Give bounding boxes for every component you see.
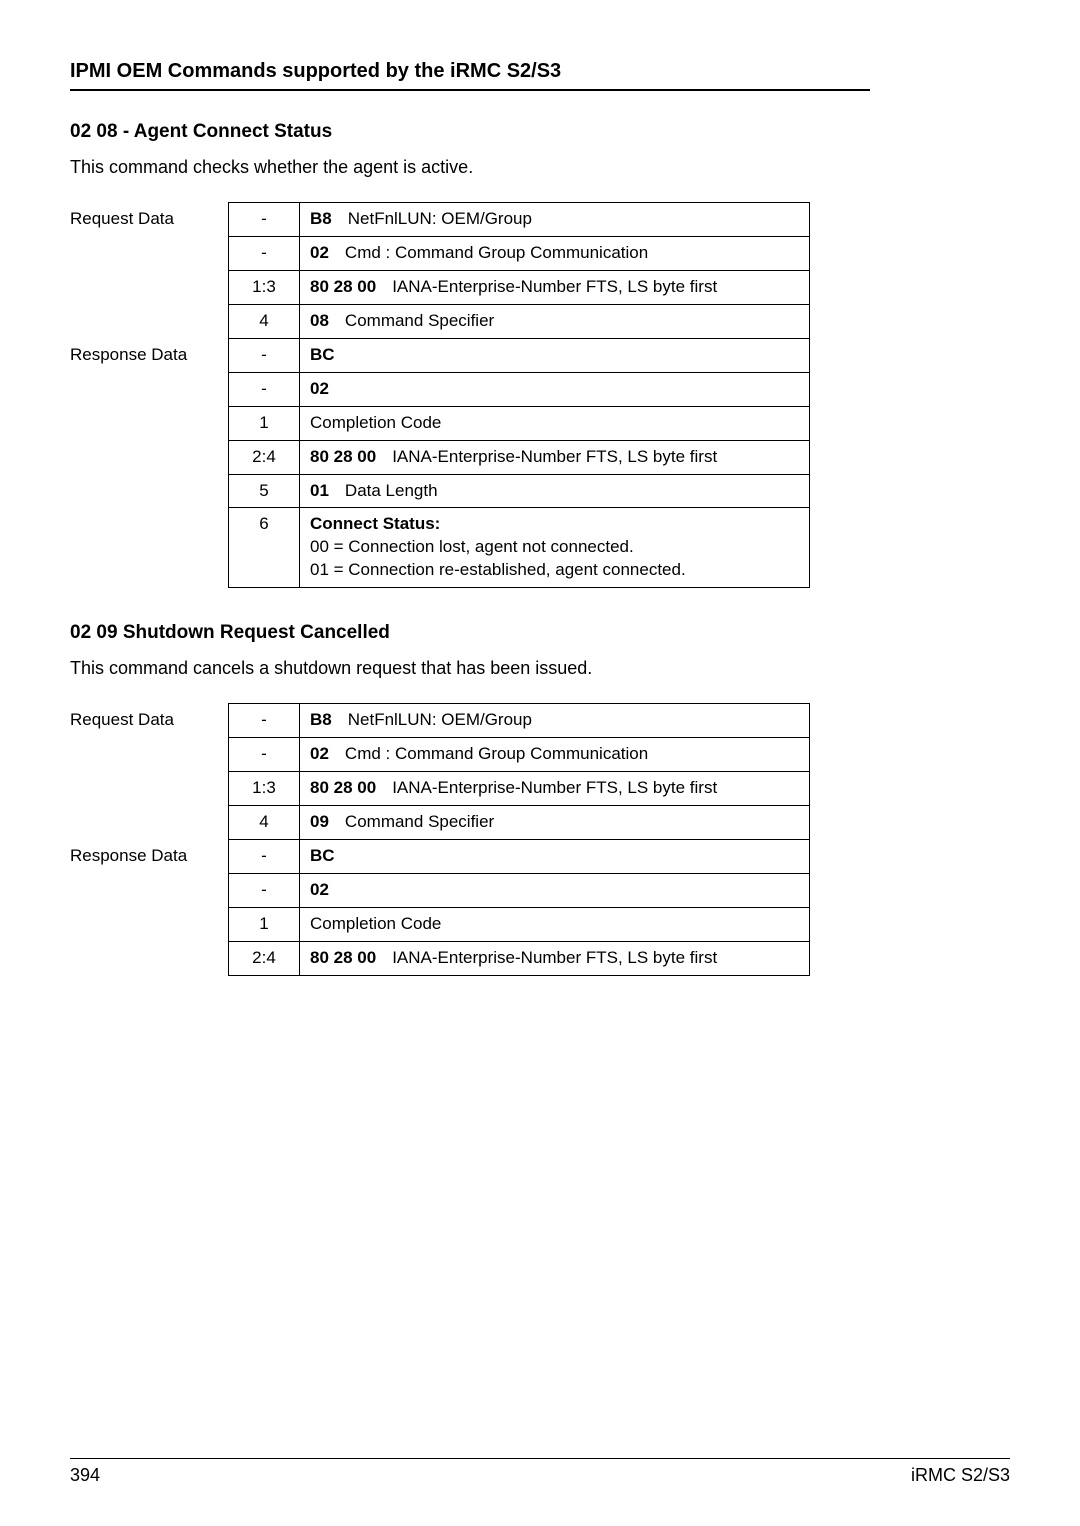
byte-cell: 5	[229, 474, 300, 508]
byte-cell: 6	[229, 508, 300, 588]
byte-cell: -	[229, 738, 300, 772]
byte-cell: -	[229, 236, 300, 270]
labels-column: Request Data Response Data	[70, 703, 228, 975]
page-number: 394	[70, 1465, 100, 1486]
label-spacer	[70, 771, 228, 805]
table-row: 409Command Specifier	[229, 806, 810, 840]
section-description: This command cancels a shutdown request …	[70, 658, 870, 679]
table-row: 408Command Specifier	[229, 304, 810, 338]
section-description: This command checks whether the agent is…	[70, 157, 870, 178]
table-row: -02Cmd : Command Group Communication	[229, 236, 810, 270]
desc-cell: BC	[300, 338, 810, 372]
desc-cell: 80 28 00IANA-Enterprise-Number FTS, LS b…	[300, 941, 810, 975]
byte-cell: -	[229, 372, 300, 406]
header-rule	[70, 89, 870, 91]
command-table: -B8NetFnlLUN: OEM/Group-02Cmd : Command …	[228, 202, 810, 588]
footer-doc: iRMC S2/S3	[911, 1465, 1010, 1486]
byte-cell: 2:4	[229, 941, 300, 975]
header-title: IPMI OEM Commands supported by the iRMC …	[70, 60, 870, 83]
desc-cell: 02Cmd : Command Group Communication	[300, 236, 810, 270]
table-row: -02Cmd : Command Group Communication	[229, 738, 810, 772]
desc-cell: 01Data Length	[300, 474, 810, 508]
byte-cell: -	[229, 203, 300, 237]
response-data-label: Response Data	[70, 839, 228, 873]
desc-cell: 02	[300, 372, 810, 406]
label-spacer	[70, 406, 228, 440]
label-spacer	[70, 304, 228, 338]
desc-cell: B8NetFnlLUN: OEM/Group	[300, 203, 810, 237]
table-row: 1Completion Code	[229, 907, 810, 941]
page-footer: 394 iRMC S2/S3	[70, 1458, 1010, 1486]
table-row: 1:380 28 00IANA-Enterprise-Number FTS, L…	[229, 772, 810, 806]
desc-cell: 80 28 00IANA-Enterprise-Number FTS, LS b…	[300, 270, 810, 304]
byte-cell: 4	[229, 806, 300, 840]
label-spacer	[70, 236, 228, 270]
label-spacer	[70, 737, 228, 771]
label-spacer	[70, 508, 228, 542]
command-layout: Request Data Response Data -B8NetFnlLUN:…	[70, 202, 870, 588]
command-layout: Request Data Response Data -B8NetFnlLUN:…	[70, 703, 870, 976]
byte-cell: 1	[229, 907, 300, 941]
request-data-label: Request Data	[70, 703, 228, 737]
table-row: -B8NetFnlLUN: OEM/Group	[229, 704, 810, 738]
byte-cell: 1:3	[229, 270, 300, 304]
byte-cell: -	[229, 704, 300, 738]
section-heading: 02 08 - Agent Connect Status	[70, 121, 870, 143]
command-table: -B8NetFnlLUN: OEM/Group-02Cmd : Command …	[228, 703, 810, 976]
table-row: -BC	[229, 840, 810, 874]
desc-cell: Completion Code	[300, 406, 810, 440]
label-spacer	[70, 474, 228, 508]
desc-cell: 08Command Specifier	[300, 304, 810, 338]
table-row: 1:380 28 00IANA-Enterprise-Number FTS, L…	[229, 270, 810, 304]
table-row: -02	[229, 873, 810, 907]
byte-cell: 1:3	[229, 772, 300, 806]
byte-cell: 2:4	[229, 440, 300, 474]
desc-cell: Completion Code	[300, 907, 810, 941]
desc-cell: BC	[300, 840, 810, 874]
table-row: 2:480 28 00IANA-Enterprise-Number FTS, L…	[229, 941, 810, 975]
label-spacer	[70, 873, 228, 907]
table-row: 1Completion Code	[229, 406, 810, 440]
byte-cell: 4	[229, 304, 300, 338]
desc-cell: 02	[300, 873, 810, 907]
section-heading: 02 09 Shutdown Request Cancelled	[70, 622, 870, 644]
byte-cell: -	[229, 338, 300, 372]
label-spacer	[70, 270, 228, 304]
table-row: -B8NetFnlLUN: OEM/Group	[229, 203, 810, 237]
desc-cell: Connect Status:00 = Connection lost, age…	[300, 508, 810, 588]
byte-cell: -	[229, 873, 300, 907]
request-data-label: Request Data	[70, 202, 228, 236]
label-spacer	[70, 440, 228, 474]
desc-cell: 80 28 00IANA-Enterprise-Number FTS, LS b…	[300, 772, 810, 806]
desc-cell: 80 28 00IANA-Enterprise-Number FTS, LS b…	[300, 440, 810, 474]
label-spacer	[70, 941, 228, 975]
table-row: 2:480 28 00IANA-Enterprise-Number FTS, L…	[229, 440, 810, 474]
response-data-label: Response Data	[70, 338, 228, 372]
label-spacer	[70, 372, 228, 406]
table-row: -02	[229, 372, 810, 406]
page-header: IPMI OEM Commands supported by the iRMC …	[70, 60, 870, 91]
table-row: 6Connect Status:00 = Connection lost, ag…	[229, 508, 810, 588]
table-row: -BC	[229, 338, 810, 372]
desc-cell: B8NetFnlLUN: OEM/Group	[300, 704, 810, 738]
label-spacer	[70, 907, 228, 941]
byte-cell: 1	[229, 406, 300, 440]
labels-column: Request Data Response Data	[70, 202, 228, 542]
label-spacer	[70, 805, 228, 839]
desc-cell: 09Command Specifier	[300, 806, 810, 840]
table-row: 501Data Length	[229, 474, 810, 508]
desc-cell: 02Cmd : Command Group Communication	[300, 738, 810, 772]
byte-cell: -	[229, 840, 300, 874]
